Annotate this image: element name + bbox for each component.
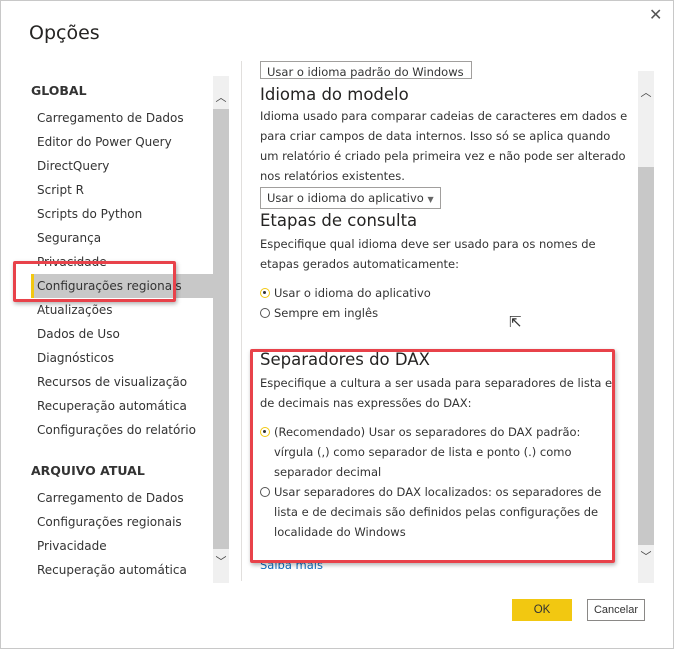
sidebar-item[interactable]: Segurança	[31, 226, 213, 250]
highlight-box-sidebar	[13, 261, 176, 302]
sidebar-item[interactable]: Dados de Uso	[31, 322, 213, 346]
sidebar-item[interactable]: Carregamento de Dados	[31, 486, 213, 510]
highlight-box-dax	[250, 349, 615, 563]
dropdown-value: Usar o idioma do aplicativo	[267, 191, 424, 205]
sidebar-item[interactable]: DirectQuery	[31, 154, 213, 178]
sidebar-section-global: GLOBAL	[31, 83, 87, 98]
sidebar-item[interactable]: Privacidade	[31, 534, 213, 558]
query-steps-description: Especifique qual idioma deve ser usado p…	[260, 237, 596, 271]
close-icon[interactable]: ✕	[649, 5, 662, 24]
sidebar-item[interactable]: Editor do Power Query	[31, 130, 213, 154]
model-language-dropdown[interactable]: Usar o idioma do aplicativo ▼	[260, 187, 441, 209]
sidebar-item[interactable]: Recuperação automática	[31, 558, 213, 582]
sidebar-item[interactable]: Script R	[31, 178, 213, 202]
chevron-up-icon[interactable]: ︿	[638, 84, 654, 100]
cancel-button[interactable]: Cancelar	[587, 599, 645, 621]
radio-option[interactable]: Usar o idioma do aplicativo	[260, 283, 630, 303]
model-language-title: Idioma do modelo	[260, 85, 409, 104]
mouse-cursor-icon: ⇱	[509, 313, 522, 331]
radio-label: Sempre em inglês	[274, 306, 379, 320]
sidebar-scrollbar-thumb[interactable]	[213, 109, 229, 549]
sidebar-item[interactable]: Configurações regionais	[31, 510, 213, 534]
radio-selected-icon[interactable]	[260, 288, 270, 298]
radio-label: Usar o idioma do aplicativo	[274, 286, 431, 300]
sidebar-item[interactable]: Carregamento de Dados	[31, 106, 213, 130]
caret-down-icon: ▼	[427, 195, 434, 204]
chevron-down-icon[interactable]: ﹀	[213, 553, 229, 569]
radio-unselected-icon[interactable]	[260, 308, 270, 318]
query-steps-title: Etapas de consulta	[260, 211, 418, 230]
windows-language-dropdown[interactable]: Usar o idioma padrão do Windows	[260, 61, 472, 79]
radio-option[interactable]: Sempre em inglês	[260, 303, 630, 323]
chevron-down-icon[interactable]: ﹀	[638, 548, 654, 564]
dialog-title: Opções	[29, 22, 100, 44]
sidebar-item[interactable]: Recuperação automática	[31, 394, 213, 418]
chevron-up-icon[interactable]: ︿	[213, 89, 229, 105]
sidebar-section-current-file: ARQUIVO ATUAL	[31, 463, 145, 478]
sidebar-item[interactable]: Recursos de visualização	[31, 370, 213, 394]
sidebar-item[interactable]: Diagnósticos	[31, 346, 213, 370]
sidebar-item[interactable]: Scripts do Python	[31, 202, 213, 226]
model-language-description: Idioma usado para comparar cadeias de ca…	[260, 109, 628, 183]
ok-button[interactable]: OK	[512, 599, 572, 621]
sidebar-item[interactable]: Configurações do relatório	[31, 418, 213, 442]
content-scrollbar-thumb[interactable]	[638, 167, 654, 545]
